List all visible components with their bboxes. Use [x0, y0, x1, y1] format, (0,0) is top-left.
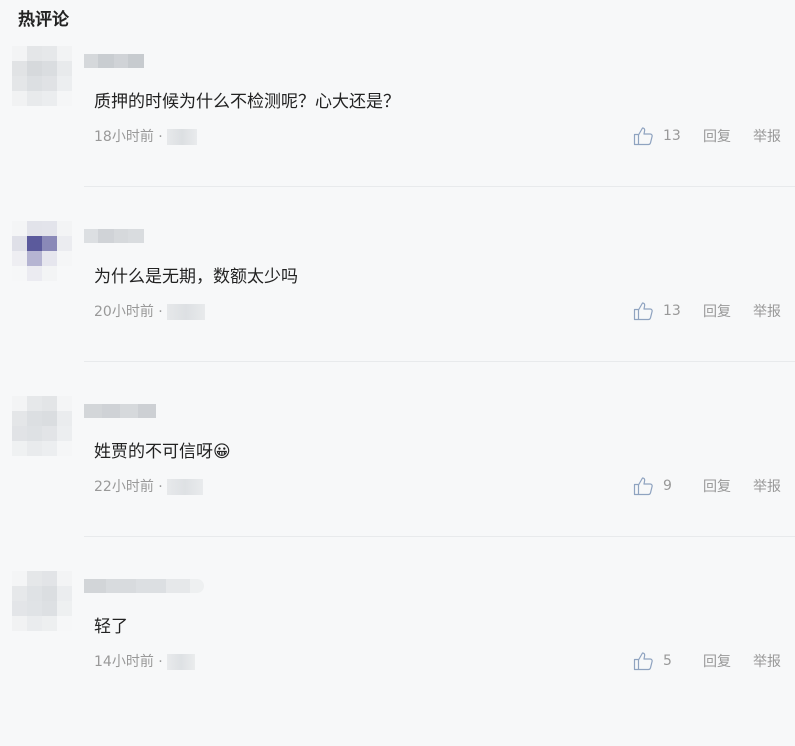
like-button[interactable]: 5	[633, 651, 681, 671]
comment-item: 为什么是无期，数额太少吗 20小时前 · 13 回复 举报	[0, 221, 795, 396]
comment-item: 轻了 14小时前 · 5 回复 举报	[0, 571, 795, 746]
comment-actions: 9 回复 举报	[633, 475, 781, 497]
like-button[interactable]: 13	[633, 126, 681, 146]
username-blurred[interactable]	[84, 225, 144, 247]
thumbs-up-icon	[633, 477, 653, 496]
like-count: 13	[663, 128, 681, 144]
comment-time: 14小时前 ·	[94, 654, 163, 670]
report-button[interactable]: 举报	[753, 476, 781, 496]
thumbs-up-icon	[633, 302, 653, 321]
divider	[84, 536, 795, 537]
comment-meta: 14小时前 ·	[94, 652, 195, 672]
thumbs-up-icon	[633, 652, 653, 671]
comment-text: 质押的时候为什么不检测呢？心大还是？	[94, 92, 400, 112]
username-blurred[interactable]	[84, 575, 204, 597]
comment-meta: 20小时前 ·	[94, 302, 205, 322]
like-count: 5	[663, 653, 672, 669]
location-blurred	[166, 129, 197, 145]
report-button[interactable]: 举报	[753, 301, 781, 321]
thumbs-up-icon	[633, 127, 653, 146]
username-blurred[interactable]	[84, 50, 144, 72]
location-blurred	[166, 654, 195, 670]
reply-button[interactable]: 回复	[703, 651, 731, 671]
comment-text: 轻了	[94, 617, 128, 637]
reply-button[interactable]: 回复	[703, 301, 731, 321]
like-button[interactable]: 13	[633, 301, 681, 321]
report-button[interactable]: 举报	[753, 126, 781, 146]
comment-meta: 22小时前 ·	[94, 477, 203, 497]
like-count: 13	[663, 303, 681, 319]
avatar[interactable]	[12, 396, 72, 456]
location-blurred	[166, 304, 205, 320]
comment-text: 为什么是无期，数额太少吗	[94, 267, 298, 287]
comment-actions: 5 回复 举报	[633, 650, 781, 672]
comment-actions: 13 回复 举报	[633, 300, 781, 322]
like-count: 9	[663, 478, 672, 494]
divider	[84, 186, 795, 187]
reply-button[interactable]: 回复	[703, 476, 731, 496]
report-button[interactable]: 举报	[753, 651, 781, 671]
comment-time: 22小时前 ·	[94, 479, 163, 495]
comment-time: 18小时前 ·	[94, 129, 163, 145]
comment-meta: 18小时前 ·	[94, 127, 197, 147]
reply-button[interactable]: 回复	[703, 126, 731, 146]
comment-text: 姓贾的不可信呀😀	[94, 442, 231, 462]
comment-item: 姓贾的不可信呀😀 22小时前 · 9 回复 举报	[0, 396, 795, 571]
section-title: 热评论	[18, 10, 69, 30]
comment-actions: 13 回复 举报	[633, 125, 781, 147]
location-blurred	[166, 479, 203, 495]
avatar[interactable]	[12, 46, 72, 106]
avatar[interactable]	[12, 571, 72, 631]
avatar[interactable]	[12, 221, 72, 281]
username-blurred[interactable]	[84, 400, 156, 422]
comment-item: 质押的时候为什么不检测呢？心大还是？ 18小时前 · 13 回复 举报	[0, 46, 795, 221]
divider	[84, 361, 795, 362]
like-button[interactable]: 9	[633, 476, 681, 496]
comment-time: 20小时前 ·	[94, 304, 163, 320]
